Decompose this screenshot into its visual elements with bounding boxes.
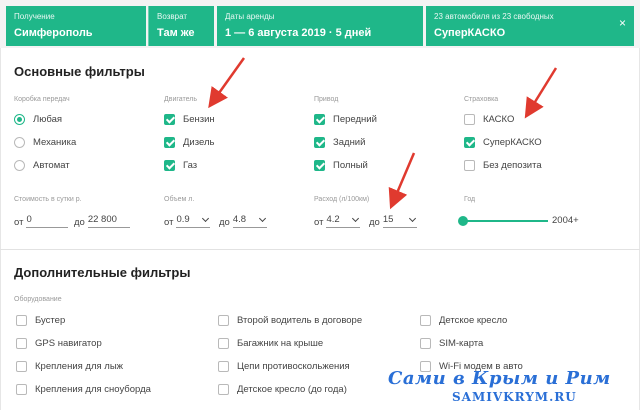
arrow-consumption (388, 152, 416, 210)
arrow-insurance (524, 67, 558, 119)
watermark-url: SAMIVKRYM.RU (452, 390, 577, 404)
arrow-engine (208, 57, 246, 109)
annotation-arrows (208, 57, 558, 210)
watermark-title: Сами в Крым и Рим (388, 368, 611, 389)
